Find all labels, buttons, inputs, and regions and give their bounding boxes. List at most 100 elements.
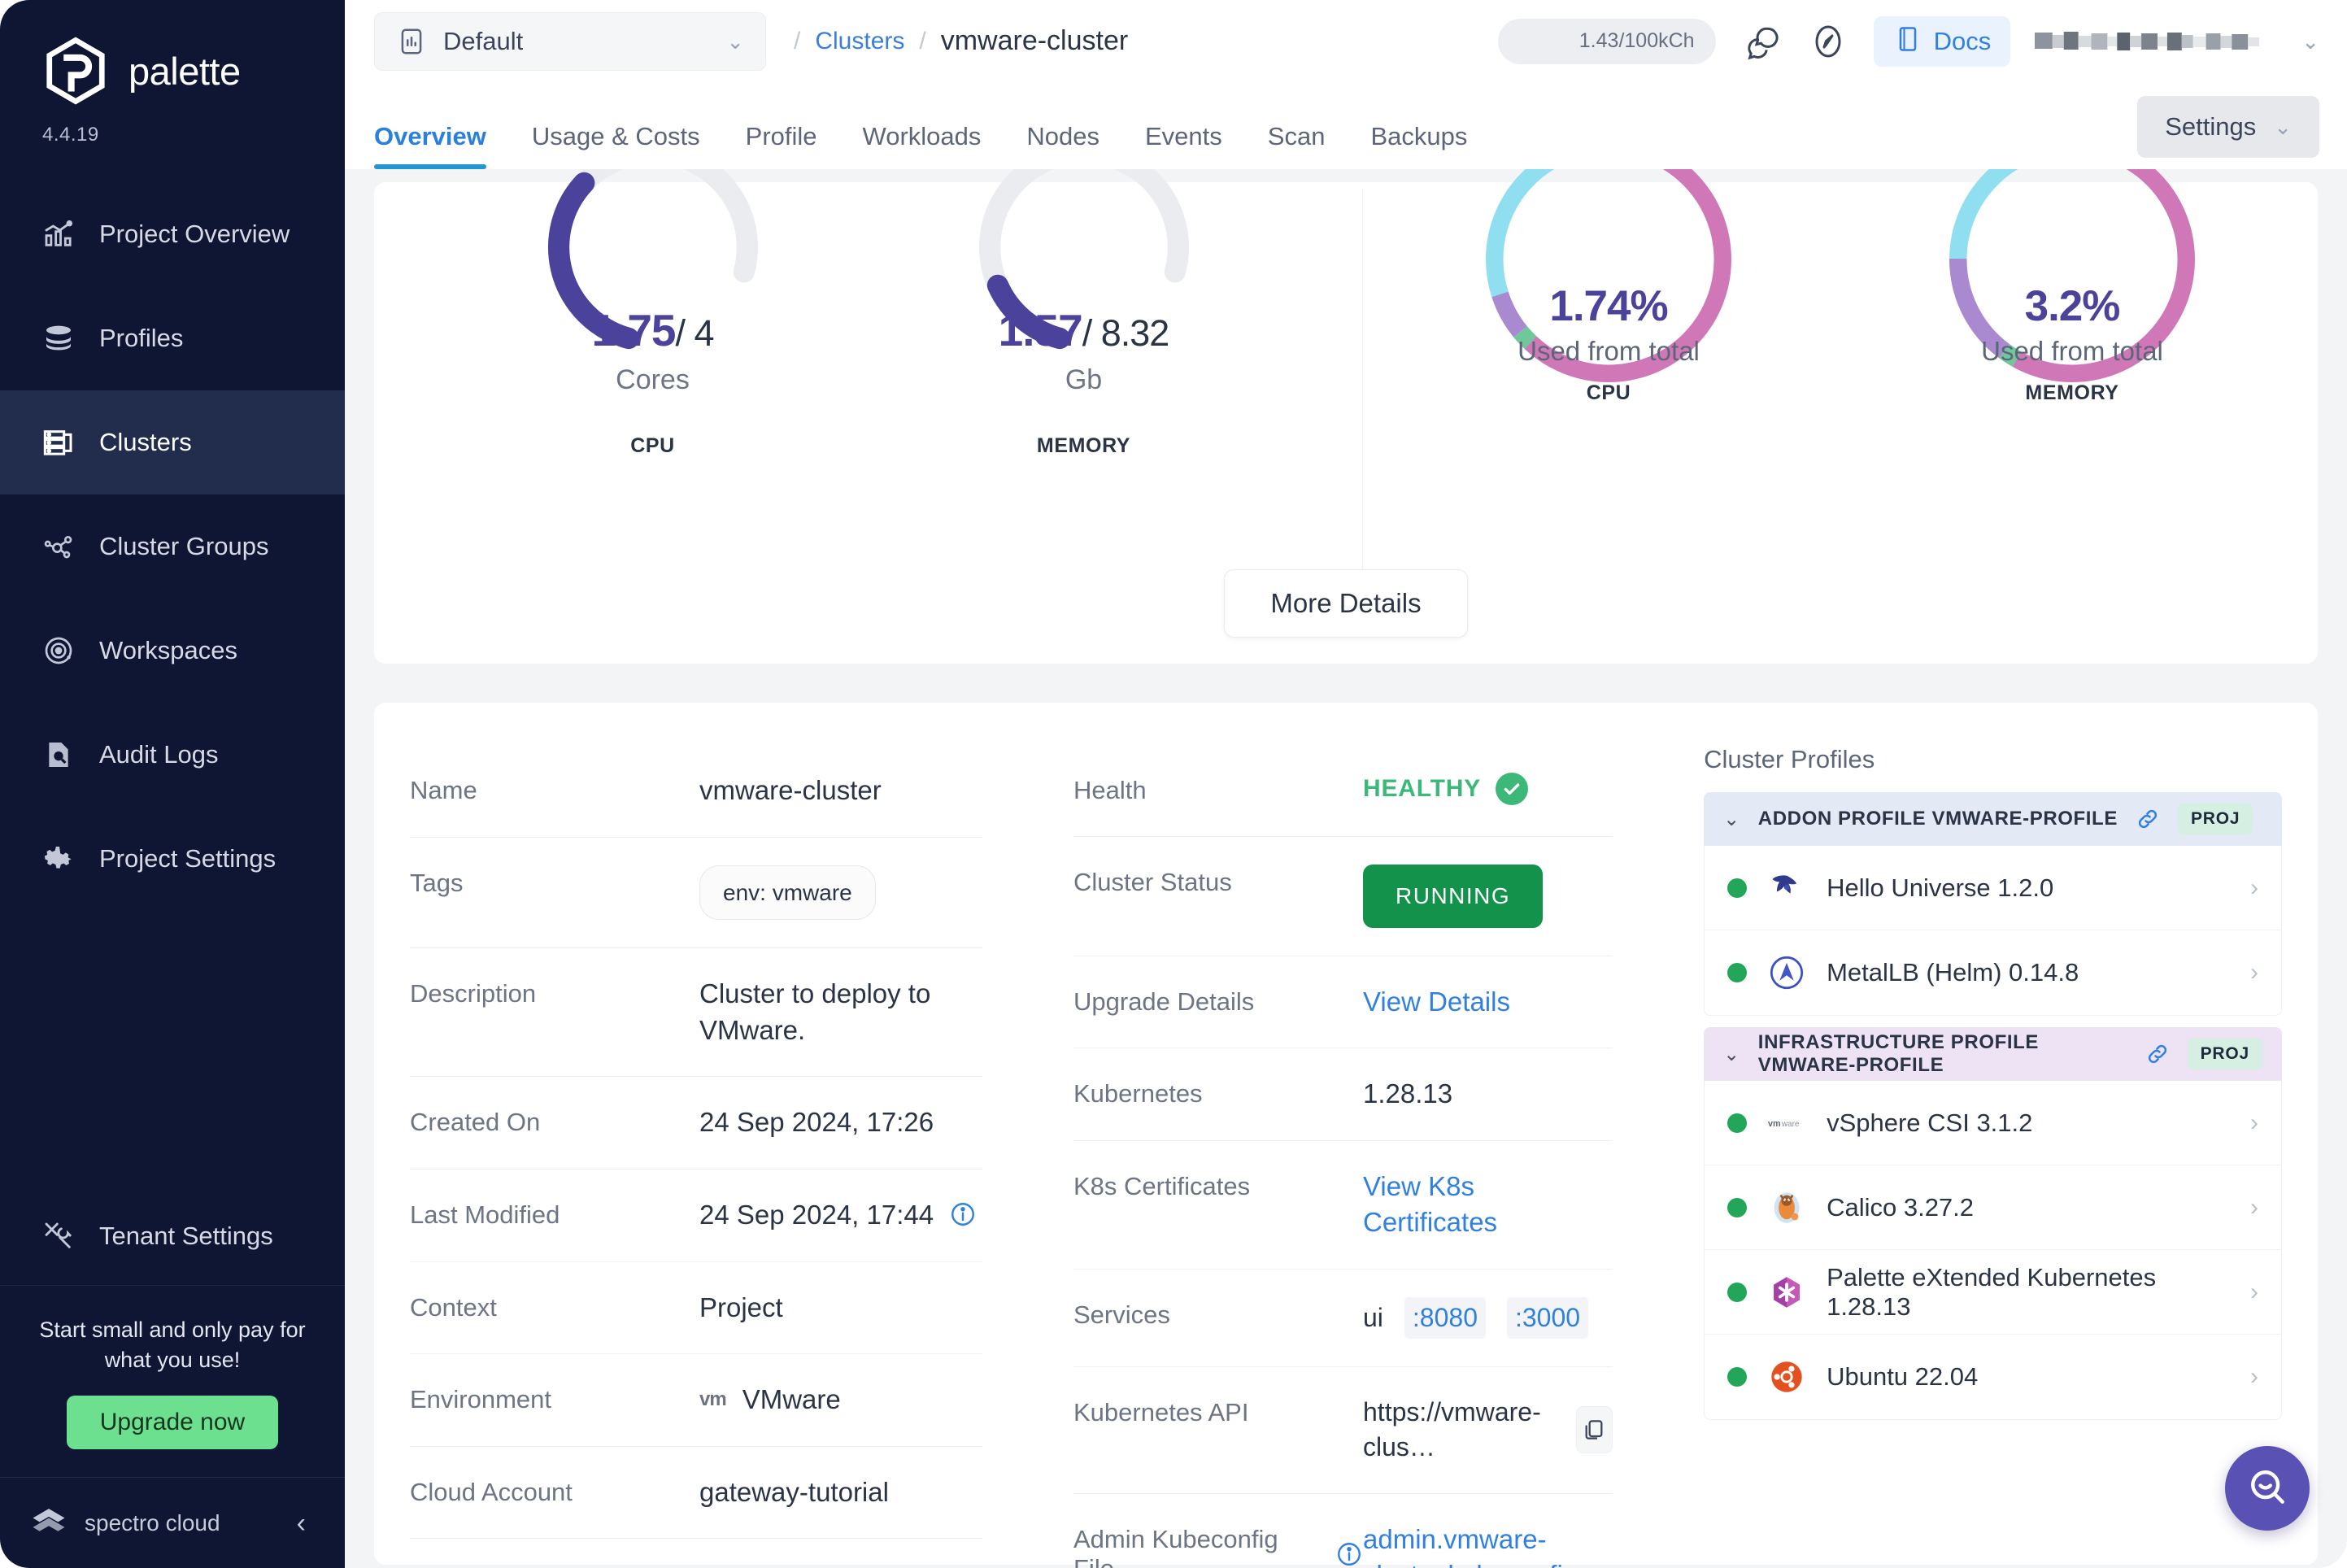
profile-group-header[interactable]: ⌄ ADDON PROFILE VMWARE-PROFILE PROJ [1704,792,2282,846]
brand: palette [0,0,345,106]
metallb-icon [1768,954,1805,991]
tab-events[interactable]: Events [1122,122,1245,169]
ubuntu-icon [1768,1358,1805,1396]
detail-value: vmware-cluster [699,773,982,809]
status-dot [1727,878,1747,898]
upgrade-promo: Start small and only pay for what you us… [0,1285,345,1477]
tab-profile[interactable]: Profile [723,122,840,169]
cpu-gauge-unit: Cores [519,364,787,396]
docs-button[interactable]: Docs [1874,16,2011,67]
tab-overview[interactable]: Overview [374,122,509,169]
status-dot [1727,1367,1747,1387]
info-icon[interactable] [949,1200,977,1228]
search-help-fab[interactable] [2225,1446,2310,1531]
breadcrumb-separator: / [794,28,800,55]
sidebar-item-label: Project Overview [99,220,290,249]
view-details-link[interactable]: View Details [1363,984,1613,1021]
view-k8s-certificates-link[interactable]: View K8s Certificates [1363,1169,1613,1241]
breadcrumb-separator: / [919,28,925,55]
topbar-actions: 1.43/100kCh [1498,16,2319,67]
cluster-profiles-panel: Cluster Profiles ⌄ ADDON PROFILE VMWARE-… [1658,745,2282,1565]
tab-workloads[interactable]: Workloads [840,122,1004,169]
tab-scan[interactable]: Scan [1245,122,1348,169]
detail-label: Name [410,773,699,805]
hello-universe-icon [1768,869,1805,907]
profile-layer-row[interactable]: Calico 3.27.2 › [1705,1165,2281,1250]
sidebar-item-label: Tenant Settings [99,1222,273,1251]
more-details-button[interactable]: More Details [1224,569,1467,638]
detail-row-last-modified: Last Modified 24 Sep 2024, 17:44 [410,1169,982,1262]
chevron-left-icon[interactable]: ‹ [297,1509,317,1537]
chat-icon[interactable] [1740,20,1783,63]
user-menu-chevron-icon[interactable]: ⌄ [2301,31,2319,52]
breadcrumb: / Clusters / vmware-cluster [794,25,1128,57]
calico-icon [1768,1189,1805,1226]
kubeconfig-download-link[interactable]: admin.vmware-cluster.kubeconfig [1363,1522,1613,1568]
info-icon[interactable] [1335,1540,1363,1568]
settings-button[interactable]: Settings ⌄ [2137,96,2319,158]
sidebar-item-tenant-settings[interactable]: Tenant Settings [0,1187,345,1285]
cluster-details-card: Name vmware-cluster Tags env: vmware Des… [374,703,2318,1565]
profile-layer-row[interactable]: MetalLB (Helm) 0.14.8 › [1705,930,2281,1015]
tab-usage-costs[interactable]: Usage & Costs [509,122,723,169]
project-label: Default [443,27,710,56]
memory-gauge-caption: MEMORY [1037,434,1130,458]
service-port-8080[interactable]: :8080 [1404,1297,1486,1339]
chevron-down-icon: ⌄ [1723,808,1740,831]
breadcrumb-clusters-link[interactable]: Clusters [815,28,904,55]
sidebar-item-cluster-groups[interactable]: Cluster Groups [0,494,345,599]
link-icon[interactable] [2136,807,2160,831]
detail-value: VMware [742,1382,841,1418]
profile-layer-row[interactable]: vm ware vSphere CSI 3.1.2 › [1705,1081,2281,1165]
usage-pill[interactable]: 1.43/100kCh [1498,19,1716,64]
tag-chip[interactable]: env: vmware [699,865,876,921]
profile-layer-row[interactable]: Palette eXtended Kubernetes 1.28.13 › [1705,1250,2281,1335]
status-dot [1727,1113,1747,1133]
profile-layer-row[interactable]: Hello Universe 1.2.0 › [1705,846,2281,930]
detail-row-k8s-certificates: K8s Certificates View K8s Certificates [1073,1141,1613,1270]
more-details-row: More Details [374,569,2318,638]
cluster-profiles-title: Cluster Profiles [1704,745,2282,774]
tab-backups[interactable]: Backups [1348,122,1490,169]
sidebar-item-audit-logs[interactable]: Audit Logs [0,703,345,807]
app-window: palette 4.4.19 Project Overview [0,0,2347,1568]
book-icon [1893,24,1922,58]
cpu-donut-center: 1.74% Used from total CPU [1466,281,1751,405]
settings-button-label: Settings [2165,112,2256,142]
nodes-icon [41,529,76,564]
sidebar-item-project-settings[interactable]: Project Settings [0,807,345,911]
status-dot [1727,963,1747,982]
detail-row-kubernetes-api: Kubernetes API https://vmware-clus… [1073,1367,1613,1493]
memory-donut: 3.2% Used from total MEMORY [1930,182,2214,394]
profile-group-header[interactable]: ⌄ INFRASTRUCTURE PROFILE VMWARE-PROFILE … [1704,1027,2282,1081]
sidebar-item-profiles[interactable]: Profiles [0,286,345,390]
sidebar-item-workspaces[interactable]: Workspaces [0,599,345,703]
sidebar-item-clusters[interactable]: Clusters [0,390,345,494]
memory-donut-center: 3.2% Used from total MEMORY [1930,281,2214,405]
detail-value: Cluster to deploy to VMware. [699,976,982,1048]
link-icon[interactable] [2145,1042,2170,1066]
detail-row-admin-kubeconfig: Admin Kubeconfig File admin.vmware-clust… [1073,1494,1613,1568]
tabs: Overview Usage & Costs Profile Workloads… [345,122,1490,169]
copy-icon[interactable] [1576,1406,1613,1453]
detail-value: 1.28.13 [1363,1076,1613,1113]
page-title: vmware-cluster [941,25,1128,57]
service-port-3000[interactable]: :3000 [1507,1297,1588,1339]
top-bar: Default ⌄ / Clusters / vmware-cluster 1.… [345,0,2347,82]
profile-layer-name: Palette eXtended Kubernetes 1.28.13 [1827,1263,2229,1322]
document-search-icon [41,737,76,773]
chevron-right-icon: › [2250,874,2258,902]
profile-group-infrastructure: ⌄ INFRASTRUCTURE PROFILE VMWARE-PROFILE … [1704,1027,2282,1420]
profile-layer-row[interactable]: Ubuntu 22.04 › [1705,1335,2281,1419]
sidebar-item-label: Project Settings [99,844,276,873]
chevron-right-icon: › [2250,1194,2258,1222]
profile-layer-list: Hello Universe 1.2.0 › [1704,846,2282,1016]
project-selector[interactable]: Default ⌄ [374,12,766,71]
tab-nodes[interactable]: Nodes [1004,122,1122,169]
compass-icon[interactable] [1807,20,1849,63]
detail-label: Created On [410,1104,699,1137]
user-name-blurred[interactable] [2035,28,2277,55]
upgrade-now-button[interactable]: Upgrade now [67,1396,278,1449]
detail-label: Context [410,1290,699,1322]
sidebar-item-project-overview[interactable]: Project Overview [0,182,345,286]
